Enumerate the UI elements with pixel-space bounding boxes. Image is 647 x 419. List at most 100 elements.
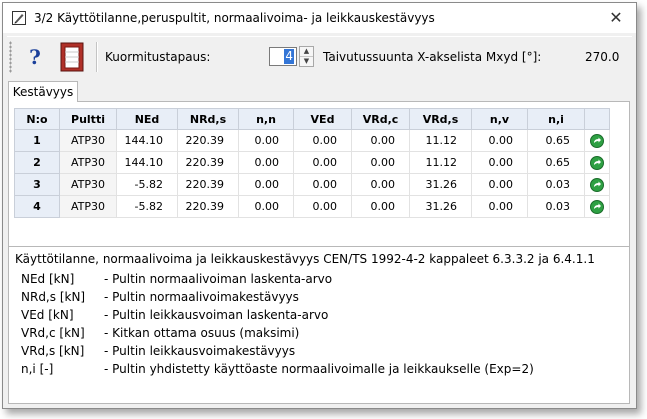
tab-kestavyys[interactable]: Kestävyys: [8, 81, 78, 102]
legend-item: VRd,c [kN] - Kitkan ottama osuus (maksimi…: [21, 325, 581, 343]
close-button[interactable]: ✕: [607, 9, 625, 27]
column-header: n,n: [238, 108, 294, 130]
vrds-cell: 11.12: [409, 129, 472, 152]
bolt-cell: ATP30: [59, 195, 117, 218]
table-row[interactable]: 2 ATP30 144.10 220.39 0.00 0.00 0.00 11.…: [14, 151, 610, 174]
vrds-cell: 11.12: [409, 151, 472, 174]
ved-cell: 0.00: [293, 195, 352, 218]
ned-cell: -5.82: [116, 173, 178, 196]
legend-symbol: VRd,s [kN]: [21, 344, 85, 358]
row-number: 2: [14, 151, 60, 174]
column-header: Pultti: [59, 108, 117, 130]
nrds-cell: 220.39: [177, 129, 239, 152]
vrds-cell: 31.26: [409, 195, 472, 218]
nn-cell: 0.00: [238, 129, 294, 152]
window-title: 3/2 Käyttötilanne,peruspultit, normaaliv…: [34, 11, 435, 25]
table-row[interactable]: 1 ATP30 144.10 220.39 0.00 0.00 0.00 11.…: [14, 129, 610, 152]
ned-cell: 144.10: [116, 129, 178, 152]
table-header-row: N:o Pultti NEd NRd,s n,n VEd VRd,c VRd,s…: [14, 108, 610, 130]
load-case-stepper[interactable]: ▲ ▼: [299, 46, 314, 67]
ni-cell: 0.03: [527, 195, 585, 218]
green-arrow-icon[interactable]: [590, 199, 604, 214]
column-header: VRd,s: [409, 108, 472, 130]
column-header: VEd: [293, 108, 352, 130]
stepper-down-icon[interactable]: ▼: [300, 57, 313, 66]
column-header: N:o: [14, 108, 60, 130]
help-button[interactable]: ?: [21, 43, 49, 71]
legend-item: VRd,s [kN] - Pultin leikkausvoimakestävyy…: [21, 343, 581, 361]
load-case-label: Kuormitustapaus:: [105, 50, 211, 64]
action-cell: [584, 195, 610, 218]
load-case-value: 4: [284, 49, 294, 64]
legend-description: - Kitkan ottama osuus (maksimi): [104, 326, 300, 340]
title-bar: 3/2 Käyttötilanne,peruspultit, normaaliv…: [3, 3, 636, 33]
row-number: 4: [14, 195, 60, 218]
bolt-cell: ATP30: [59, 173, 117, 196]
legend-item: NEd [kN] - Pultin normaalivoiman laskenta…: [21, 271, 581, 289]
table-row[interactable]: 3 ATP30 -5.82 220.39 0.00 0.00 0.00 31.2…: [14, 173, 610, 196]
nv-cell: 0.00: [471, 173, 528, 196]
info-title: Käyttötilanne, normaalivoima ja leikkaus…: [15, 252, 595, 266]
panel-divider: [9, 246, 629, 247]
legend-item: n,i [-] - Pultin yhdistetty käyttöaste no…: [21, 361, 581, 379]
legend-description: - Pultin normaalivoiman laskenta-arvo: [104, 272, 333, 286]
legend-description: - Pultin normaalivoimakestävyys: [104, 290, 299, 304]
action-cell: [584, 129, 610, 152]
column-header: [584, 108, 610, 130]
tab-panel: N:o Pultti NEd NRd,s n,n VEd VRd,c VRd,s…: [8, 101, 630, 404]
nn-cell: 0.00: [238, 151, 294, 174]
green-arrow-icon[interactable]: [590, 155, 604, 170]
pencil-icon: [12, 11, 26, 25]
stepper-up-icon[interactable]: ▲: [300, 47, 313, 57]
toolbar-grip[interactable]: [9, 41, 12, 73]
legend-description: - Pultin leikkausvoimakestävyys: [104, 344, 296, 358]
vrdc-cell: 0.00: [351, 173, 410, 196]
nn-cell: 0.00: [238, 173, 294, 196]
column-header: n,v: [471, 108, 528, 130]
row-number: 1: [14, 129, 60, 152]
bolt-table: N:o Pultti NEd NRd,s n,n VEd VRd,c VRd,s…: [14, 108, 610, 218]
legend-symbol: VRd,c [kN]: [21, 326, 85, 340]
nv-cell: 0.00: [471, 195, 528, 218]
bending-direction-label: Taivutussuunta X-akselista Mxyd [°]:: [323, 50, 542, 64]
bolt-cell: ATP30: [59, 129, 117, 152]
column-header: n,i: [527, 108, 585, 130]
legend-symbol: NEd [kN]: [21, 272, 75, 286]
green-arrow-icon[interactable]: [590, 133, 604, 148]
green-arrow-icon[interactable]: [590, 177, 604, 192]
ned-cell: -5.82: [116, 195, 178, 218]
ved-cell: 0.00: [293, 129, 352, 152]
legend-description: - Pultin leikkausvoiman laskenta-arvo: [104, 308, 329, 322]
ni-cell: 0.65: [527, 129, 585, 152]
legend-symbol: NRd,s [kN]: [21, 290, 86, 304]
nv-cell: 0.00: [471, 129, 528, 152]
row-number: 3: [14, 173, 60, 196]
table-row[interactable]: 4 ATP30 -5.82 220.39 0.00 0.00 0.00 31.2…: [14, 195, 610, 218]
nrds-cell: 220.39: [177, 151, 239, 174]
column-header: NRd,s: [177, 108, 239, 130]
ni-cell: 0.65: [527, 151, 585, 174]
dialog-window: 3/2 Käyttötilanne,peruspultit, normaaliv…: [2, 2, 637, 409]
toolbar-separator: [96, 42, 98, 72]
door-icon[interactable]: [60, 42, 84, 72]
ni-cell: 0.03: [527, 173, 585, 196]
action-cell: [584, 173, 610, 196]
nrds-cell: 220.39: [177, 173, 239, 196]
legend-symbol: VEd [kN]: [21, 308, 74, 322]
nrds-cell: 220.39: [177, 195, 239, 218]
legend-item: VEd [kN] - Pultin leikkausvoiman laskenta…: [21, 307, 581, 325]
nn-cell: 0.00: [238, 195, 294, 218]
ned-cell: 144.10: [116, 151, 178, 174]
nv-cell: 0.00: [471, 151, 528, 174]
bolt-cell: ATP30: [59, 151, 117, 174]
bending-direction-value: 270.0: [585, 50, 620, 64]
load-case-input[interactable]: 4: [269, 47, 297, 66]
vrdc-cell: 0.00: [351, 151, 410, 174]
vrdc-cell: 0.00: [351, 195, 410, 218]
action-cell: [584, 151, 610, 174]
vrds-cell: 31.26: [409, 173, 472, 196]
vrdc-cell: 0.00: [351, 129, 410, 152]
ved-cell: 0.00: [293, 151, 352, 174]
legend-item: NRd,s [kN] - Pultin normaalivoimakestävyy…: [21, 289, 581, 307]
legend-list: NEd [kN] - Pultin normaalivoiman laskenta…: [21, 271, 581, 379]
